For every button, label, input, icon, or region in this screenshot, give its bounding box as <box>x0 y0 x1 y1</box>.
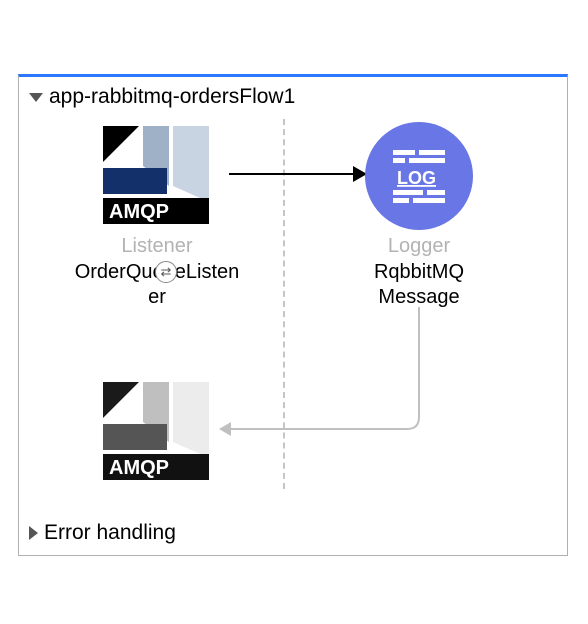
amqp-label: AMQP <box>109 201 169 223</box>
logger-name: RqbbitMQMessage <box>374 260 464 310</box>
amqp-reply-icon: AMQP <box>97 377 217 487</box>
listener-node[interactable]: AMQP ⇄ Listener OrderQueueListener <box>67 121 247 310</box>
amqp-reply-node[interactable]: AMQP <box>67 377 247 487</box>
listener-connector-label: Listener <box>121 235 192 258</box>
amqp-listener-icon: AMQP <box>97 121 217 231</box>
error-handling-section[interactable]: Error handling <box>29 521 176 545</box>
flow-canvas: app-rabbitmq-ordersFlow1 <box>0 0 588 624</box>
flow-panel[interactable]: app-rabbitmq-ordersFlow1 <box>18 74 568 556</box>
redelivery-icon: ⇄ <box>155 261 177 283</box>
svg-text:AMQP: AMQP <box>109 457 169 479</box>
logger-connector-label: Logger <box>388 235 450 258</box>
logger-icon: LOG <box>359 121 479 231</box>
logger-node[interactable]: LOG Logger RqbbitMQMessage <box>329 121 509 310</box>
svg-text:LOG: LOG <box>397 168 436 188</box>
error-handling-label: Error handling <box>44 521 176 545</box>
expand-toggle-icon[interactable] <box>29 526 38 540</box>
